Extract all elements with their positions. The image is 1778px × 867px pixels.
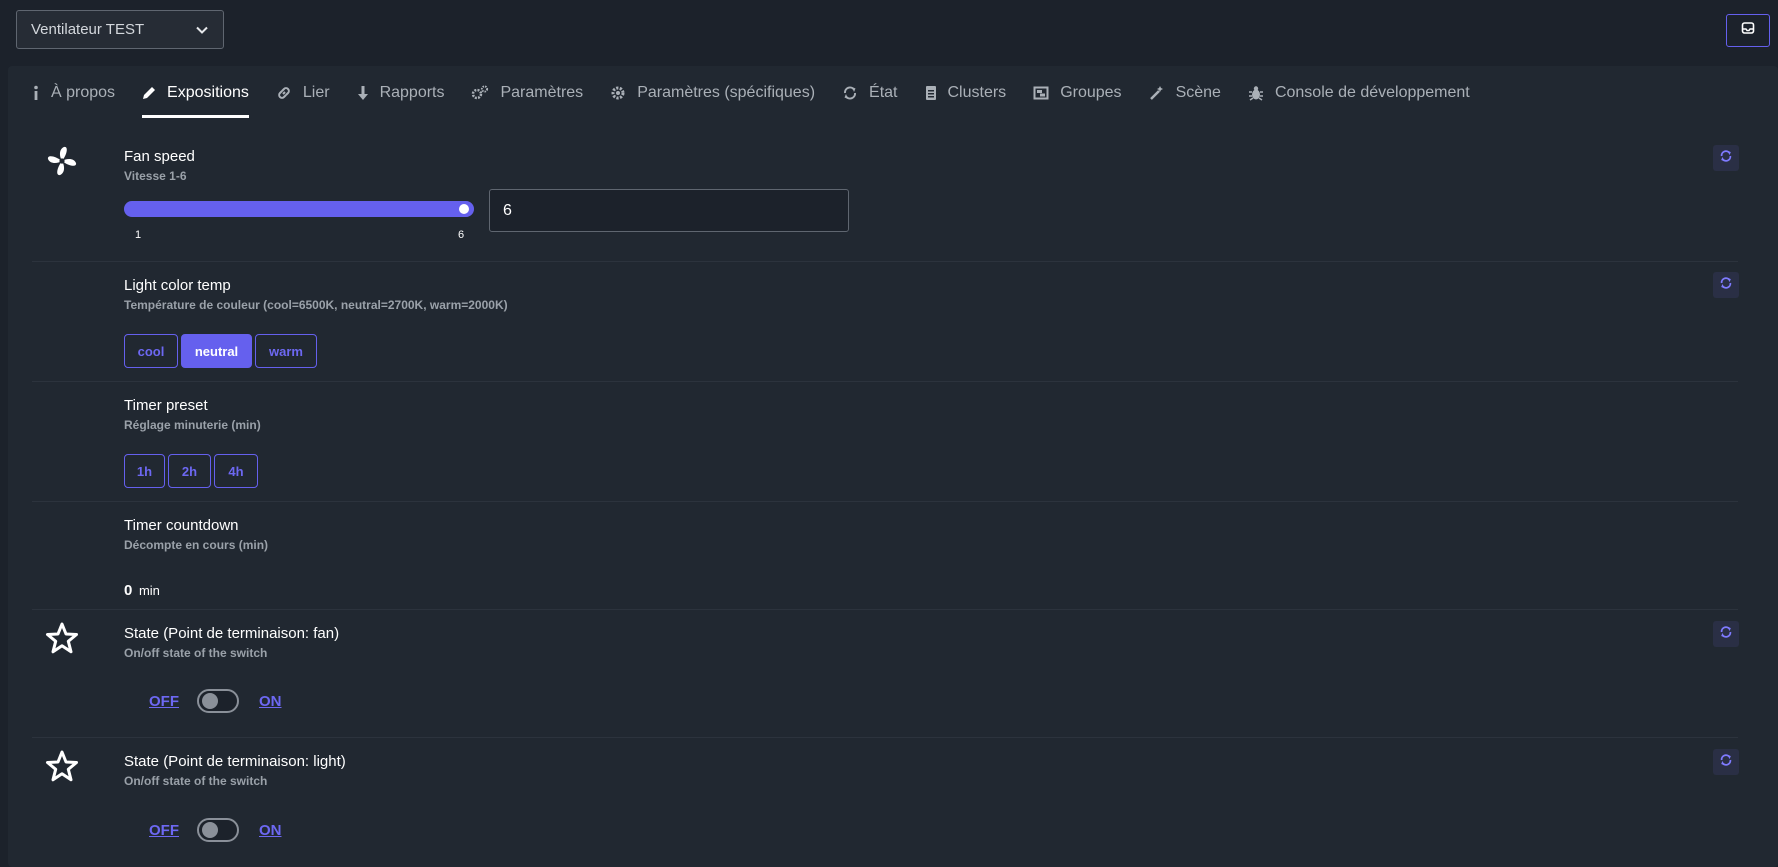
tab-state[interactable]: État [842,66,898,120]
color-temp-warm-button[interactable]: warm [255,334,317,368]
state-fan-description: On/off state of the switch [124,646,268,660]
tab-reports[interactable]: Rapports [357,66,445,120]
state-light-title: State (Point de terminaison: light) [124,753,346,770]
state-fan-off-link[interactable]: OFF [149,693,179,710]
fan-icon [45,144,79,178]
timer-preset-options: 1h 2h 4h [124,454,261,488]
slider-fill [124,201,474,217]
light-color-temp-refresh-button[interactable] [1713,272,1739,298]
info-icon [32,85,40,101]
refresh-icon [1719,276,1733,295]
timer-preset-2h-button[interactable]: 2h [168,454,211,488]
toggle-knob [202,693,218,709]
tab-settings-specific-label: Paramètres (spécifiques) [637,84,816,101]
gear-icon [610,85,626,101]
fan-speed-input[interactable] [489,189,849,232]
slider-thumb[interactable] [459,204,469,214]
object-group-icon [1033,85,1049,101]
tab-settings-specific[interactable]: Paramètres (spécifiques) [610,66,815,120]
color-temp-options: cool neutral warm [124,334,320,368]
pencil-icon [142,86,156,100]
device-select-value: Ventilateur TEST [31,21,145,38]
state-fan-on-link[interactable]: ON [259,693,282,710]
inbox-icon [1741,21,1755,40]
state-light-off-link[interactable]: OFF [149,822,179,839]
tab-state-label: État [869,84,898,101]
top-bar: Ventilateur TEST [0,0,1778,58]
tab-bind-label: Lier [302,84,330,101]
tab-dev-console-label: Console de développement [1274,84,1470,101]
tab-dev-console[interactable]: Console de développement [1248,66,1470,120]
tab-reports-label: Rapports [379,84,445,101]
sync-icon [842,85,858,101]
timer-countdown-unit: min [138,583,160,598]
fan-speed-description: Vitesse 1-6 [124,169,187,183]
tab-exposes-label: Expositions [167,84,249,101]
device-select[interactable]: Ventilateur TEST [16,10,224,49]
file-icon [925,85,937,101]
toggle-knob [202,822,218,838]
timer-countdown-readout: 0 min [124,582,160,599]
tab-scene-label: Scène [1175,84,1221,101]
slider-max-label: 6 [458,229,465,241]
state-fan-toggle-group: OFF ON [149,689,282,713]
fan-speed-slider[interactable]: 1 6 [124,201,484,243]
timer-preset-1h-button[interactable]: 1h [124,454,165,488]
star-icon [45,621,79,655]
color-temp-neutral-button[interactable]: neutral [181,334,252,368]
arrow-down-icon [357,85,369,101]
state-light-refresh-button[interactable] [1713,749,1739,775]
state-light-on-link[interactable]: ON [259,822,282,839]
expose-light-color-temp: Light color temp Température de couleur … [32,261,1739,382]
magic-wand-icon [1149,85,1165,101]
tab-scene[interactable]: Scène [1149,66,1221,120]
timer-countdown-description: Décompte en cours (min) [124,538,269,552]
expose-state-light: State (Point de terminaison: light) On/o… [32,737,1739,867]
tab-settings-label: Paramètres [500,84,584,101]
refresh-icon [1719,625,1733,644]
tab-settings[interactable]: Paramètres [471,66,583,120]
expose-timer-preset: Timer preset Réglage minuterie (min) 1h … [32,381,1738,502]
tab-groups[interactable]: Groupes [1033,66,1122,120]
link-icon [276,85,292,101]
state-fan-title: State (Point de terminaison: fan) [124,625,340,642]
tab-groups-label: Groupes [1060,84,1122,101]
state-light-toggle[interactable] [197,818,239,842]
tab-clusters-label: Clusters [947,84,1007,101]
state-fan-refresh-button[interactable] [1713,621,1739,647]
timer-preset-title: Timer preset [124,397,208,414]
fan-speed-title: Fan speed [124,148,195,165]
state-light-description: On/off state of the switch [124,774,268,788]
tab-about-label: À propos [51,84,116,101]
tab-about[interactable]: À propos [32,66,115,120]
slider-min-label: 1 [135,229,142,241]
tab-exposes[interactable]: Expositions [142,66,249,120]
star-icon [45,749,79,783]
timer-countdown-title: Timer countdown [124,517,239,534]
tab-bind[interactable]: Lier [276,66,330,120]
state-light-toggle-group: OFF ON [149,818,282,842]
refresh-icon [1719,753,1733,772]
expose-timer-countdown: Timer countdown Décompte en cours (min) … [32,501,1738,610]
cogs-icon [471,85,489,101]
bug-icon [1248,85,1264,101]
light-color-temp-description: Température de couleur (cool=6500K, neut… [124,298,508,312]
expose-state-fan: State (Point de terminaison: fan) On/off… [32,609,1739,738]
color-temp-cool-button[interactable]: cool [124,334,178,368]
expose-fan-speed: Fan speed Vitesse 1-6 1 6 [32,132,1739,262]
chevron-down-icon [195,23,209,41]
inbox-button[interactable] [1726,14,1770,47]
timer-countdown-value: 0 [124,582,133,599]
tab-clusters[interactable]: Clusters [925,66,1007,120]
timer-preset-description: Réglage minuterie (min) [124,418,261,432]
light-color-temp-title: Light color temp [124,277,231,294]
refresh-icon [1719,149,1733,168]
fan-speed-refresh-button[interactable] [1713,145,1739,171]
tab-bar: À propos Expositions Lier Rapports Param… [32,66,1497,120]
state-fan-toggle[interactable] [197,689,239,713]
timer-preset-4h-button[interactable]: 4h [214,454,258,488]
